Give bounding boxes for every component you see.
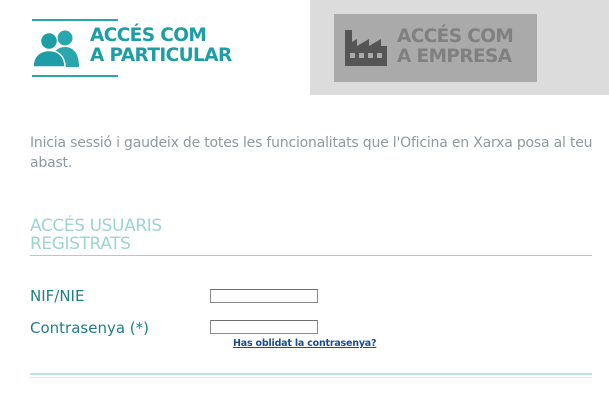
tab-empresa-panel[interactable]: ACCÉS COM A EMPRESA bbox=[334, 14, 537, 82]
tab-particular-top-rule bbox=[32, 19, 118, 21]
tab-particular[interactable]: ACCÉS COM A PARTICULAR bbox=[0, 0, 310, 95]
tab-particular-label-line2: A PARTICULAR bbox=[90, 45, 232, 66]
forgot-password-link[interactable]: Has oblidat la contrasenya? bbox=[233, 338, 377, 349]
bottom-divider bbox=[30, 373, 592, 375]
tab-empresa-label-line1: ACCÉS COM bbox=[397, 26, 514, 47]
intro-text: Inicia sessió i gaudeix de totes les fun… bbox=[30, 135, 593, 171]
tab-particular-label: ACCÉS COM A PARTICULAR bbox=[90, 26, 232, 66]
password-input[interactable] bbox=[210, 320, 318, 334]
tab-empresa-label-line2: A EMPRESA bbox=[397, 46, 512, 67]
factory-icon bbox=[345, 30, 387, 66]
tab-empresa[interactable]: ACCÉS COM A EMPRESA bbox=[310, 0, 609, 95]
tab-empresa-label: ACCÉS COM A EMPRESA bbox=[397, 26, 514, 67]
tab-particular-bottom-rule bbox=[32, 75, 118, 77]
people-icon bbox=[32, 30, 79, 67]
section-title-line2: REGISTRATS bbox=[30, 234, 131, 254]
bottom-divider-secondary bbox=[30, 377, 592, 378]
nif-input[interactable] bbox=[210, 289, 318, 303]
section-title: ACCÉS USUARIS REGISTRATS bbox=[30, 217, 162, 253]
nif-label: NIF/NIE bbox=[30, 287, 85, 305]
section-title-line1: ACCÉS USUARIS bbox=[30, 216, 162, 236]
password-label: Contrasenya (*) bbox=[30, 319, 149, 337]
tab-particular-label-line1: ACCÉS COM bbox=[90, 25, 207, 46]
section-divider bbox=[30, 255, 592, 256]
